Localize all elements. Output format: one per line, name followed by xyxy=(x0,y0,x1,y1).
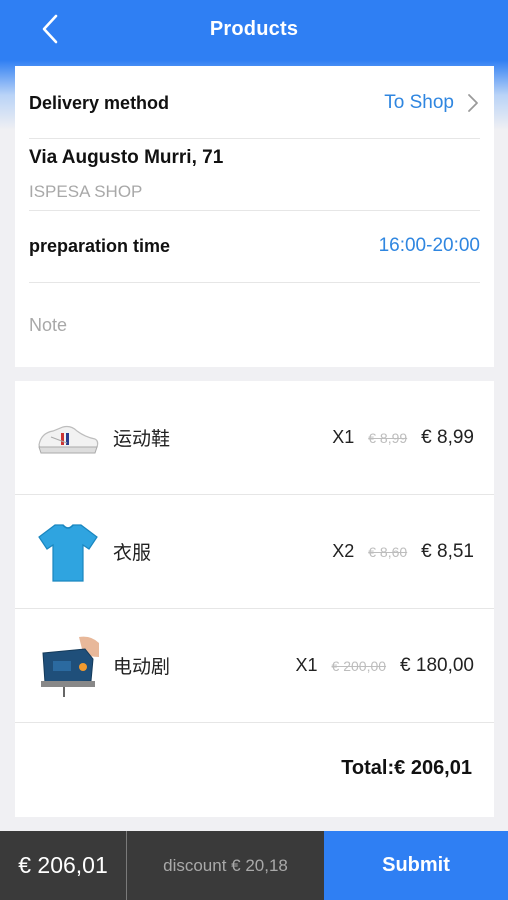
page-title: Products xyxy=(209,17,299,40)
chevron-left-icon xyxy=(42,14,58,44)
title-bar: Products xyxy=(0,0,508,58)
address-text: Via Augusto Murri, 71 xyxy=(29,147,224,168)
price-group: X2 € 8,60 € 8,51 xyxy=(332,541,474,563)
price: € 8,51 xyxy=(421,540,474,562)
submit-button[interactable]: Submit xyxy=(324,831,508,900)
divider xyxy=(29,138,480,139)
product-row[interactable]: 运动鞋 X1 € 8,99 € 8,99 xyxy=(15,381,494,494)
jigsaw-image xyxy=(41,636,99,697)
product-row[interactable]: 衣服 X2 € 8,60 € 8,51 xyxy=(15,495,494,608)
delivery-method-row[interactable]: Delivery method To Shop xyxy=(29,88,480,118)
original-price: € 8,60 xyxy=(368,543,408,560)
checkout-bar: € 206,01 discount € 20,18 Submit xyxy=(0,831,508,900)
preparation-time-label: preparation time xyxy=(29,235,171,256)
shop-row: ISPESA SHOP xyxy=(29,179,480,205)
address-row: Via Augusto Murri, 71 xyxy=(29,144,480,172)
tshirt-image xyxy=(38,523,98,582)
divider xyxy=(29,210,480,211)
product-name: 衣服 xyxy=(113,543,152,564)
original-price: € 8,99 xyxy=(368,429,408,446)
delivery-method-value: To Shop xyxy=(384,92,454,113)
quantity: X1 xyxy=(332,427,355,447)
preparation-time-row[interactable]: preparation time 16:00-20:00 xyxy=(29,231,480,261)
note-field[interactable]: Note xyxy=(29,310,480,340)
note-placeholder: Note xyxy=(29,314,68,335)
divider xyxy=(15,722,494,723)
quantity: X1 xyxy=(295,655,318,675)
footer-total: € 206,01 xyxy=(0,831,127,900)
footer-discount: discount € 20,18 xyxy=(127,831,324,900)
quantity: X2 xyxy=(332,541,355,561)
delivery-method-selector[interactable]: To Shop xyxy=(384,92,480,114)
chevron-right-icon xyxy=(468,94,478,112)
shop-name: ISPESA SHOP xyxy=(29,182,143,201)
original-price: € 200,00 xyxy=(331,657,387,674)
delivery-method-label: Delivery method xyxy=(29,92,170,113)
back-button[interactable] xyxy=(36,12,70,46)
order-total: Total:€ 206,01 xyxy=(341,757,472,779)
products-card: 运动鞋 X1 € 8,99 € 8,99 衣服 X2 € 8,60 € 8,51 xyxy=(15,381,494,817)
delivery-card: Delivery method To Shop Via Augusto Murr… xyxy=(15,66,494,367)
price: € 8,99 xyxy=(421,426,474,448)
divider xyxy=(29,282,480,283)
product-row[interactable]: 电动剧 X1 € 200,00 € 180,00 xyxy=(15,609,494,722)
price-group: X1 € 200,00 € 180,00 xyxy=(296,655,475,677)
price: € 180,00 xyxy=(400,654,474,676)
product-name: 运动鞋 xyxy=(113,429,171,450)
product-name: 电动剧 xyxy=(113,657,171,678)
sneaker-image xyxy=(38,425,99,453)
price-group: X1 € 8,99 € 8,99 xyxy=(332,427,474,449)
preparation-time-value: 16:00-20:00 xyxy=(378,235,480,256)
